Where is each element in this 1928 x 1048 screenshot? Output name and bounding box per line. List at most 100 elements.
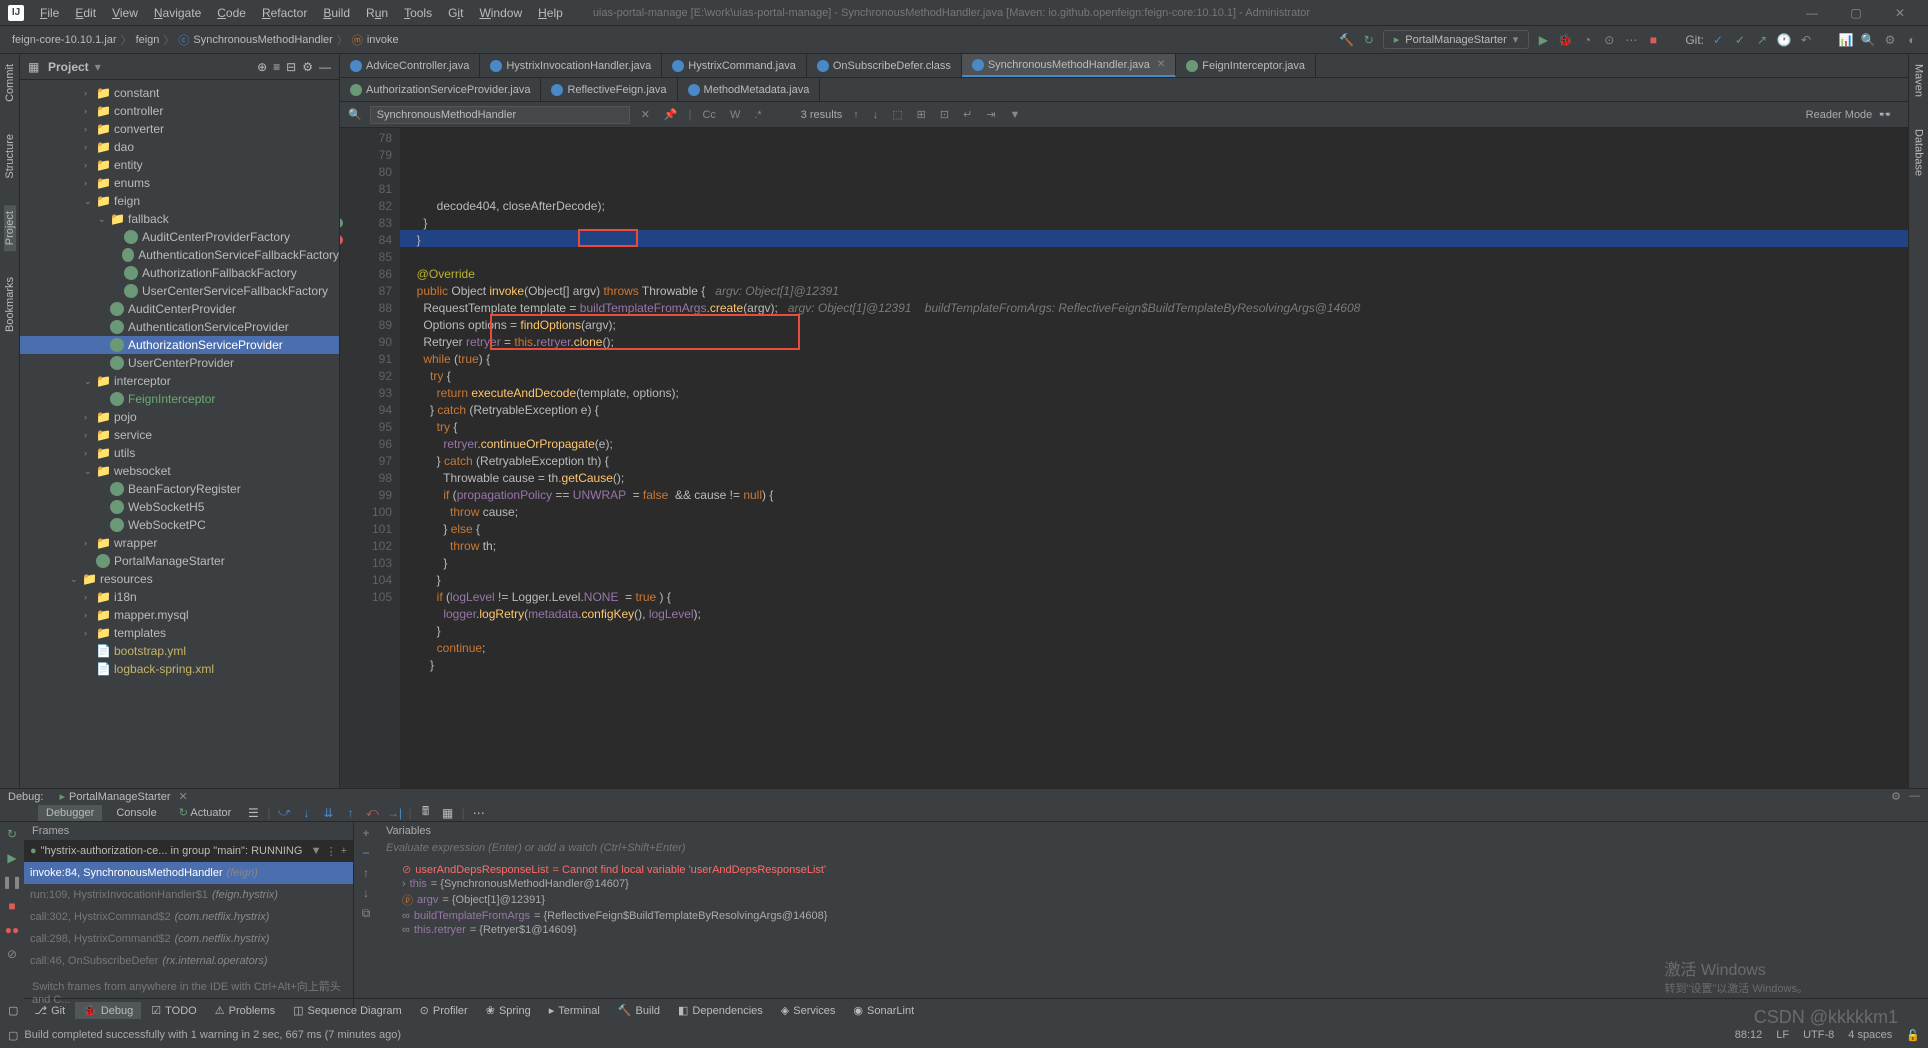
readonly-icon[interactable]: 🔓 (1906, 1029, 1920, 1042)
tree-node[interactable]: 📄logback-spring.xml (20, 660, 339, 678)
variable-row[interactable]: ⊘ userAndDepsResponseList = Cannot find … (378, 862, 1928, 877)
editor-gutter[interactable]: 7879808182838485868788899091929394959697… (340, 128, 400, 788)
tree-node[interactable]: ›📁templates (20, 624, 339, 642)
drop-frame-icon[interactable]: ⤺ (364, 805, 380, 821)
tree-node[interactable]: ›📁service (20, 426, 339, 444)
tree-node[interactable]: AuthorizationServiceProvider (20, 336, 339, 354)
frame-row[interactable]: invoke:84, SynchronousMethodHandler (fei… (24, 862, 353, 884)
debug-minimize-icon[interactable]: — (1909, 790, 1920, 803)
code-with-me-icon[interactable]: 📊 (1838, 32, 1854, 48)
close-button[interactable]: ✕ (1880, 6, 1920, 20)
git-commit-icon[interactable]: ✓ (1732, 32, 1748, 48)
attach-icon[interactable]: ⋯ (1623, 32, 1639, 48)
tool-window-git[interactable]: ⎇Git (26, 1002, 73, 1019)
stop-icon[interactable]: ■ (4, 898, 20, 914)
tree-node[interactable]: 📄bootstrap.yml (20, 642, 339, 660)
editor-tab[interactable]: MethodMetadata.java (678, 78, 821, 101)
tree-node[interactable]: FeignInterceptor (20, 390, 339, 408)
newline-icon[interactable]: ↵ (960, 108, 975, 121)
step-out-icon[interactable]: ↑ (342, 805, 358, 821)
frame-row[interactable]: run:109, HystrixInvocationHandler$1 (fei… (24, 884, 353, 906)
editor-code[interactable]: decode404, closeAfterDecode); } } @Overr… (400, 128, 1908, 788)
variable-row[interactable]: ⓟ argv = {Object[1]@12391} (378, 891, 1928, 909)
git-rollback-icon[interactable]: ↶ (1798, 32, 1814, 48)
force-step-into-icon[interactable]: ⇊ (320, 805, 336, 821)
resume-icon[interactable]: ▶ (4, 850, 20, 866)
tree-node[interactable]: BeanFactoryRegister (20, 480, 339, 498)
tree-node[interactable]: PortalManageStarter (20, 552, 339, 570)
editor-tab[interactable]: FeignInterceptor.java (1176, 54, 1316, 77)
tool-window-terminal[interactable]: ▸Terminal (541, 1002, 608, 1019)
locate-icon[interactable]: ⊕ (257, 60, 267, 74)
caret-pos[interactable]: 88:12 (1735, 1029, 1763, 1042)
prev-occurrence-icon[interactable]: ✕ (638, 108, 653, 121)
debugger-tab[interactable]: Debugger (38, 805, 102, 821)
editor-tab[interactable]: SynchronousMethodHandler.java✕ (962, 54, 1176, 77)
tool-window-services[interactable]: ◈Services (773, 1002, 844, 1019)
layout-icon[interactable]: ☰ (245, 805, 261, 821)
build-icon[interactable]: 🔨 (1339, 32, 1355, 48)
encoding[interactable]: UTF-8 (1803, 1029, 1834, 1042)
hide-icon[interactable]: — (319, 60, 331, 74)
editor-tab[interactable]: HystrixInvocationHandler.java (480, 54, 662, 77)
close-tab-icon[interactable]: ✕ (1157, 59, 1165, 70)
coverage-icon[interactable]: ◔ (1579, 32, 1595, 48)
menu-navigate[interactable]: Navigate (148, 4, 207, 22)
tw-toggle-icon[interactable]: ▢ (8, 1004, 18, 1017)
tree-node[interactable]: ›📁i18n (20, 588, 339, 606)
line-sep[interactable]: LF (1776, 1029, 1789, 1042)
menu-help[interactable]: Help (532, 4, 569, 22)
menu-refactor[interactable]: Refactor (256, 4, 313, 22)
profile-icon[interactable]: ⊙ (1601, 32, 1617, 48)
frame-row[interactable]: call:298, HystrixCommand$2 (com.netflix.… (24, 928, 353, 950)
menu-tools[interactable]: Tools (398, 4, 438, 22)
tree-node[interactable]: WebSocketH5 (20, 498, 339, 516)
project-tree[interactable]: ›📁constant›📁controller›📁converter›📁dao›📁… (20, 80, 339, 788)
debug-run-tab[interactable]: ▸PortalManageStarter✕ (51, 789, 195, 804)
project-tool-tab[interactable]: Project (4, 205, 16, 251)
tool-window-todo[interactable]: ☑TODO (143, 1002, 204, 1019)
commit-tool-tab[interactable]: Commit (4, 58, 16, 108)
variable-row[interactable]: ∞ buildTemplateFromArgs = {ReflectiveFei… (378, 909, 1928, 923)
tree-node[interactable]: ›📁dao (20, 138, 339, 156)
menu-run[interactable]: Run (360, 4, 394, 22)
tree-node[interactable]: ›📁mapper.mysql (20, 606, 339, 624)
indent[interactable]: 4 spaces (1848, 1029, 1892, 1042)
rerun-icon[interactable]: ↻ (4, 826, 20, 842)
reader-mode-icon[interactable]: 👓 (1878, 108, 1892, 121)
tool-window-build[interactable]: 🔨Build (610, 1002, 668, 1019)
up-icon[interactable]: ↑ (850, 109, 862, 121)
up-watch-icon[interactable]: ↑ (363, 866, 369, 880)
ai-icon[interactable]: ◐ (1904, 32, 1920, 48)
minimize-button[interactable]: — (1792, 6, 1832, 20)
run-config-dropdown[interactable]: ▸PortalManageStarter▾ (1383, 30, 1530, 49)
maximize-button[interactable]: ▢ (1836, 6, 1876, 20)
tree-node[interactable]: ⌄📁feign (20, 192, 339, 210)
trace-icon[interactable]: ▦ (440, 805, 456, 821)
regex-icon[interactable]: .* (751, 109, 764, 121)
settings-icon[interactable]: ⚙ (1882, 32, 1898, 48)
down-icon[interactable]: ↓ (870, 109, 882, 121)
more-icon[interactable]: ⋯ (471, 805, 487, 821)
menu-edit[interactable]: Edit (69, 4, 102, 22)
editor-tab[interactable]: ReflectiveFeign.java (541, 78, 677, 101)
menu-git[interactable]: Git (442, 4, 469, 22)
git-push-icon[interactable]: ↗ (1754, 32, 1770, 48)
tree-node[interactable]: ⌄📁interceptor (20, 372, 339, 390)
export-icon[interactable]: ⇥ (983, 108, 998, 121)
breakpoints-icon[interactable]: ●● (4, 922, 20, 938)
run-to-cursor-icon[interactable]: →| (386, 805, 402, 821)
menu-build[interactable]: Build (317, 4, 356, 22)
stop-icon[interactable]: ■ (1645, 32, 1661, 48)
menu-window[interactable]: Window (473, 4, 528, 22)
tool-window-profiler[interactable]: ⊙Profiler (412, 1002, 476, 1019)
words-icon[interactable]: W (727, 109, 743, 121)
debug-settings-icon[interactable]: ⚙ (1891, 790, 1901, 803)
tree-node[interactable]: ›📁constant (20, 84, 339, 102)
editor-tab[interactable]: AdviceController.java (340, 54, 480, 77)
menu-code[interactable]: Code (211, 4, 252, 22)
maven-tool-tab[interactable]: Maven (1913, 58, 1925, 103)
tool-window-sonarlint[interactable]: ◉SonarLint (845, 1002, 922, 1019)
debug-icon[interactable]: 🐞 (1557, 32, 1573, 48)
tree-node[interactable]: WebSocketPC (20, 516, 339, 534)
